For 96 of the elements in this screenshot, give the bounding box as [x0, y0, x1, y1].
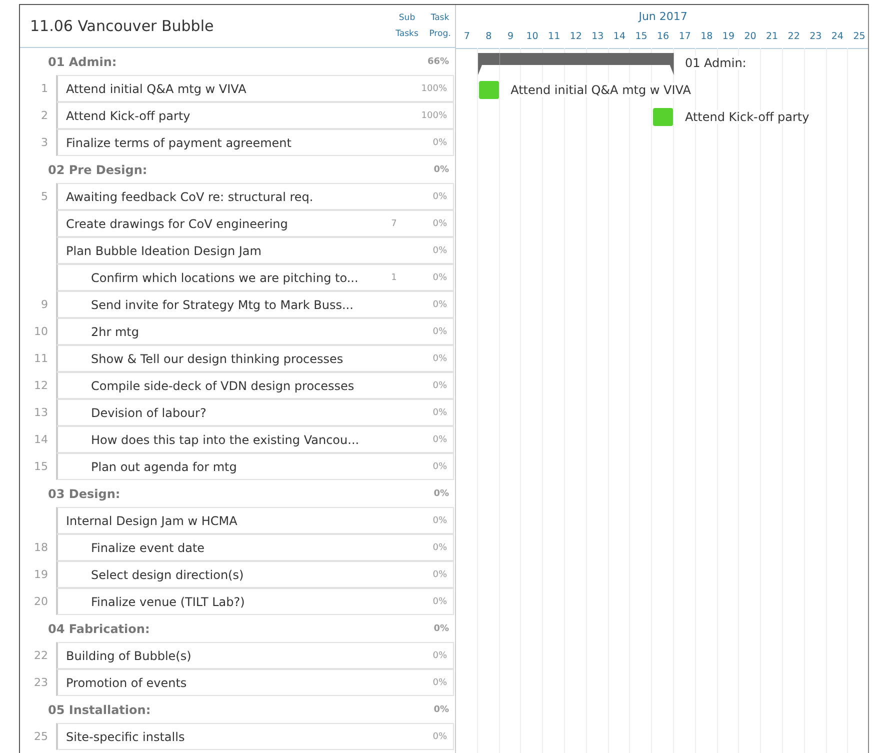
row-number: 14	[33, 432, 49, 448]
task-row[interactable]: Attend Kick-off party 100%	[56, 102, 454, 129]
day-label: 8	[484, 30, 493, 44]
row-number: 5	[40, 189, 49, 205]
task-row[interactable]: How does this tap into the existing Vancou... 0%	[56, 426, 454, 453]
row-number: 18	[33, 540, 49, 556]
progress-value: 0%	[432, 380, 448, 390]
day-label: 11	[547, 30, 562, 44]
group-name: 03 Design:	[48, 486, 122, 500]
task-row[interactable]: Confirm which locations we are pitching to... 1 0%	[56, 264, 454, 291]
task-bar[interactable]	[653, 108, 673, 126]
task-row[interactable]: Finalize venue (TILT Lab?) 0%	[56, 588, 454, 615]
progress-value: 100%	[420, 84, 448, 94]
progress-value: 0%	[432, 408, 448, 418]
progress-value: 0%	[432, 164, 450, 174]
task-row[interactable]: Create drawings for CoV engineering 7 0%	[56, 210, 454, 237]
day-label: 24	[830, 30, 844, 44]
day-label: 20	[743, 30, 758, 44]
progress-value: 0%	[432, 434, 448, 444]
task-row[interactable]: Plan out agenda for mtg 0%	[56, 453, 454, 480]
task-row[interactable]: Internal Design Jam w HCMA 0%	[56, 507, 454, 534]
progress-value: 0%	[432, 624, 450, 634]
progress-value: 0%	[432, 326, 448, 336]
day-label: 18	[700, 30, 714, 44]
day-label: 12	[568, 30, 583, 44]
row-number: 12	[33, 378, 49, 394]
task-row[interactable]: Building of Bubble(s) 0%	[56, 642, 454, 669]
day-label: 13	[590, 30, 605, 44]
progress-value: 0%	[432, 192, 448, 202]
progress-value: 0%	[432, 138, 448, 148]
progress-value: 0%	[432, 596, 448, 606]
row-number: 19	[33, 567, 49, 583]
progress-value: 0%	[432, 570, 448, 580]
task-row[interactable]: 2hr mtg 0%	[56, 318, 454, 345]
task-row[interactable]: Finalize event date 0%	[56, 534, 454, 561]
day-label: 21	[765, 30, 780, 44]
progress-value: 0%	[432, 650, 448, 660]
day-label: 15	[634, 30, 648, 44]
task-row[interactable]: Compile side-deck of VDN design processes 0%	[56, 372, 454, 399]
progress-value: 0%	[432, 732, 448, 742]
day-label: 9	[506, 30, 515, 44]
progress-value: 0%	[432, 488, 450, 498]
day-label: 25	[852, 30, 866, 44]
task-row[interactable]: Awaiting feedback CoV re: structural req. 0%	[56, 183, 454, 210]
progress-value: 0%	[432, 704, 450, 714]
row-number: 13	[33, 405, 49, 421]
progress-value: 0%	[432, 516, 448, 526]
row-number: 25	[33, 729, 49, 745]
day-label: 14	[612, 30, 627, 44]
task-row[interactable]: Finalize terms of payment agreement 0%	[56, 129, 454, 156]
progress-value: 0%	[432, 300, 448, 310]
progress-value: 0%	[432, 354, 448, 364]
month-label: Jun 2017	[638, 10, 688, 22]
progress-value: 0%	[432, 678, 448, 688]
task-row[interactable]: Site-specific installs 0%	[56, 723, 454, 750]
row-number: 23	[33, 675, 49, 691]
row-number: 20	[33, 594, 49, 610]
row-number: 15	[33, 459, 49, 475]
day-label: 17	[678, 30, 692, 44]
task-row[interactable]: Plan Bubble Ideation Design Jam 0%	[56, 237, 454, 264]
progress-value: 0%	[432, 462, 448, 472]
row-number: 9	[40, 297, 49, 313]
group-name: 04 Fabrication:	[48, 622, 151, 636]
row-number: 1	[40, 81, 49, 97]
subtask-count: 7	[390, 218, 398, 228]
day-label: 19	[721, 30, 736, 44]
row-number: 10	[33, 324, 49, 340]
progress-value: 0%	[432, 246, 448, 256]
group-name: 02 Pre Design:	[48, 162, 148, 176]
day-label: 23	[808, 30, 823, 44]
day-label: 7	[462, 30, 471, 44]
task-row[interactable]: Select design direction(s) 0%	[56, 561, 454, 588]
progress-value: 0%	[432, 542, 448, 552]
task-row[interactable]: Devision of labour? 0%	[56, 399, 454, 426]
task-row[interactable]: Promotion of events 0%	[56, 669, 454, 696]
progress-value: 0%	[432, 272, 448, 282]
progress-value: 0%	[432, 218, 448, 228]
task-row[interactable]: Show & Tell our design thinking processes 0%	[56, 345, 454, 372]
group-name: 05 Installation:	[48, 702, 152, 716]
group-name: 01 Admin:	[48, 54, 118, 68]
row-number: 2	[40, 108, 49, 124]
project-title: 11.06 Vancouver Bubble	[29, 17, 215, 35]
row-number: 11	[33, 351, 49, 367]
progress-value: 100%	[420, 110, 448, 120]
task-row[interactable]: Attend initial Q&A mtg w VIVA 100%	[56, 75, 454, 102]
subtask-count: 1	[390, 272, 398, 282]
row-number: 3	[40, 135, 49, 151]
column-header: Task Prog.	[428, 12, 452, 41]
day-label: 22	[786, 30, 801, 44]
day-label: 16	[656, 30, 670, 44]
task-row[interactable]: Send invite for Strategy Mtg to Mark Buss... 0%	[56, 291, 454, 318]
progress-value: 66%	[426, 56, 450, 66]
task-bar[interactable]	[478, 80, 499, 98]
day-label: 10	[525, 30, 540, 44]
column-header: Sub Tasks	[394, 12, 420, 41]
row-number: 22	[33, 648, 49, 664]
